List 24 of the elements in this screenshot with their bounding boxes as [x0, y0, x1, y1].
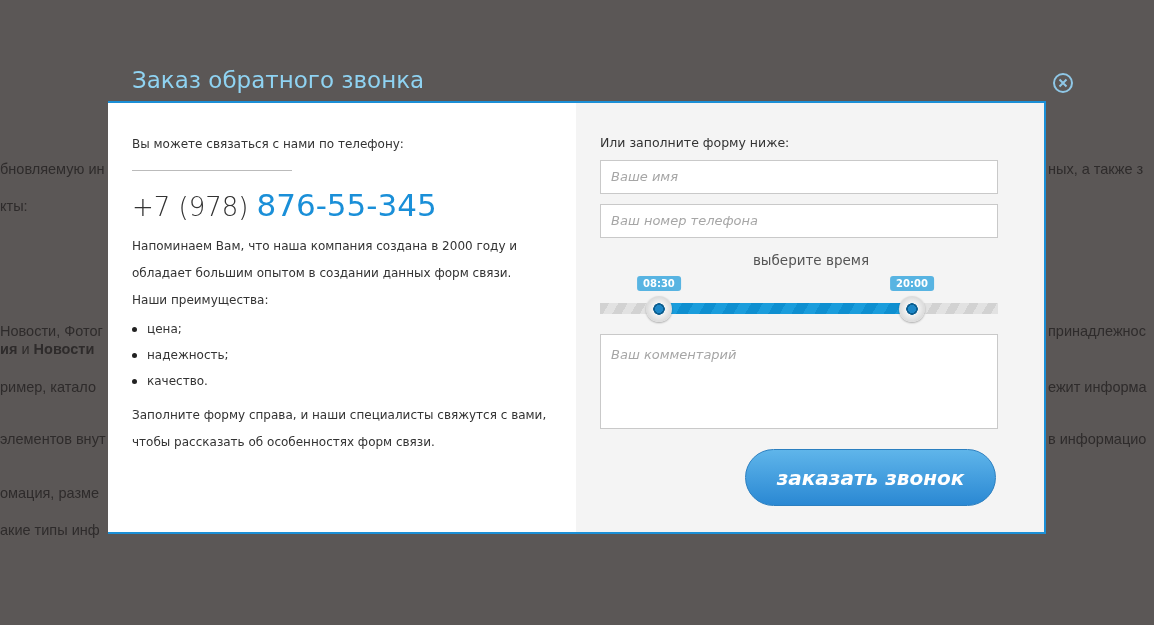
comment-field[interactable]: Ваш комментарий: [600, 333, 998, 430]
phone-number: 876-55-345: [256, 187, 437, 223]
bullet-icon: [132, 326, 137, 332]
contact-intro: Вы можете связаться с нами по телефону:: [132, 136, 405, 153]
submit-button[interactable]: заказать звонок: [745, 449, 996, 506]
phone-field[interactable]: Ваш номер телефона: [600, 203, 998, 238]
closing-text: Заполните форму справа, и наши специалисты свяжутся с вами, чтобы рассказать об особенностях форм связи.: [132, 407, 548, 451]
advantage-item: качество.: [147, 373, 208, 390]
slider-handle[interactable]: [899, 295, 926, 322]
form-heading: Или заполните форму ниже:: [600, 134, 791, 152]
close-button[interactable]: [1052, 71, 1074, 94]
advantages-title: Наши преимущества:: [132, 292, 270, 309]
time-label: выберите время: [751, 251, 871, 268]
bullet-icon: [132, 378, 137, 384]
bullet-icon: [132, 352, 137, 358]
slider-handle[interactable]: [645, 295, 672, 322]
name-field[interactable]: Ваше имя: [600, 160, 998, 194]
time-tooltip: 08:30: [636, 275, 681, 291]
advantage-item: цена;: [147, 321, 182, 338]
about-text: Напоминаем Вам, что наша компания создана в 2000 году и обладает большим опытом в создании данных форм связи.: [132, 238, 519, 282]
advantage-item: надежность;: [147, 347, 229, 364]
modal-title: Заказ обратного звонка: [132, 66, 425, 93]
phone-prefix: +7 (978): [132, 192, 249, 222]
time-tooltip: 20:00: [890, 275, 934, 291]
